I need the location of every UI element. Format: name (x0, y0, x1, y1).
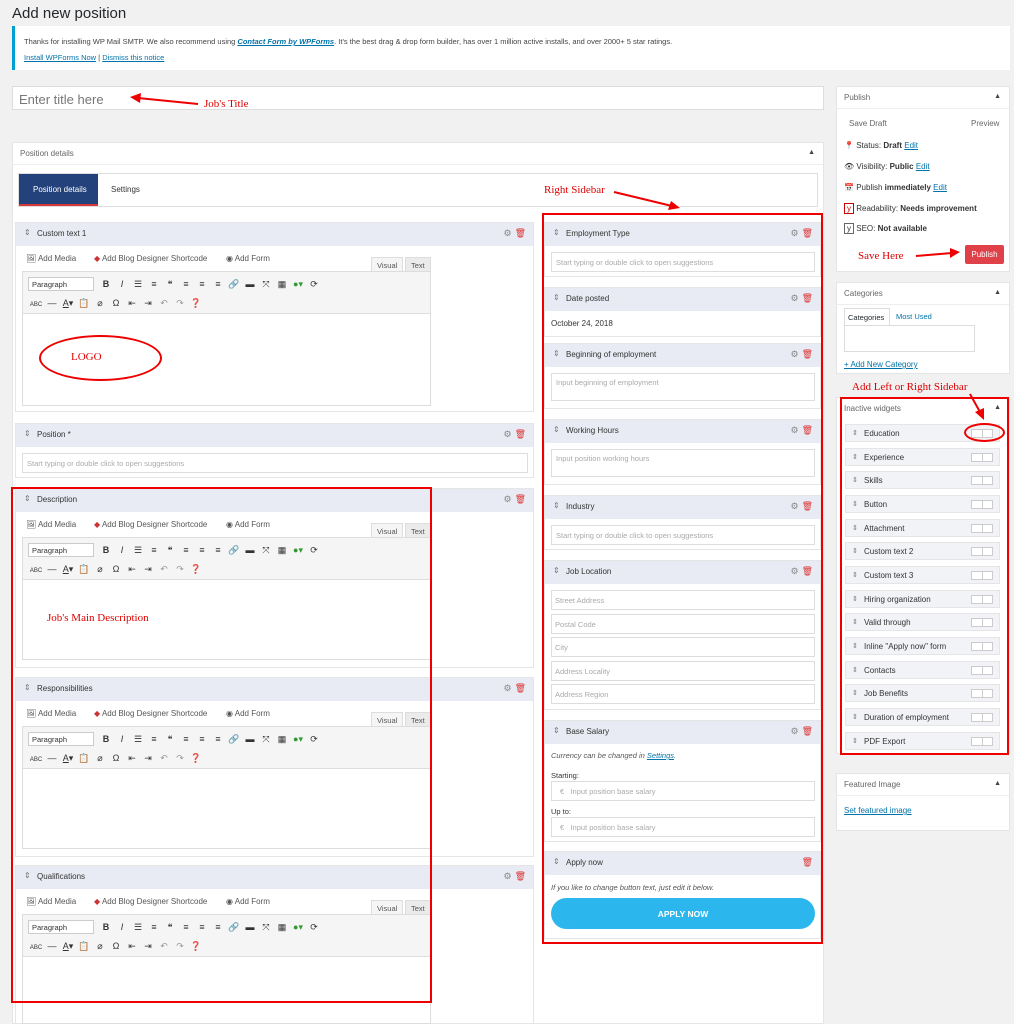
annotation-arrows (130, 93, 984, 420)
